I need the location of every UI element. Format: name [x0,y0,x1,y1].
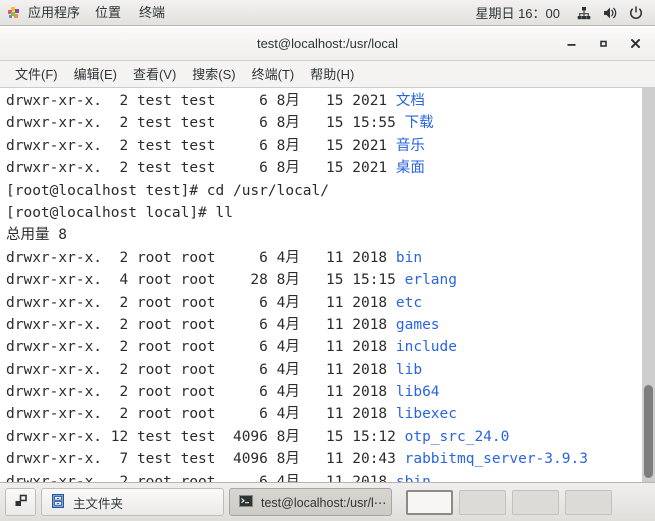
terminal-directory-name: games [395,316,440,333]
minimize-button[interactable] [555,27,587,60]
terminal-directory-name: etc [395,294,423,311]
terminal-line-text: drwxr-xr-x. 2 root root 6 4月 11 2018 [6,294,396,311]
network-icon[interactable] [572,0,596,25]
terminal-line-text: drwxr-xr-x. 2 test test 6 8月 15 15:55 [6,115,405,132]
terminal-scrollbar[interactable] [642,88,655,482]
workspace-2[interactable] [459,489,506,515]
terminal-directory-name: include [395,339,457,356]
terminal-directory-name: 文档 [395,93,425,109]
terminal-line-text: drwxr-xr-x. 2 root root 6 4月 11 2018 [6,384,396,401]
volume-icon[interactable] [598,0,622,25]
terminal-directory-name: 音乐 [395,137,425,154]
terminal-canvas[interactable]: drwxr-xr-x. 2 test test 6 8月 15 2021 文档 d… [0,88,655,482]
terminal-line: drwxr-xr-x. 7 test test 4096 8月 11 20:43… [6,448,588,470]
close-button[interactable] [619,27,651,60]
terminal-line: drwxr-xr-x. 2 root root 6 4月 11 2018 sbi… [6,471,588,482]
terminal-line-text: [root@localhost local]# ll [6,204,233,221]
terminal-line-text: drwxr-xr-x. 2 root root 6 4月 11 2018 [6,361,396,378]
terminal-line: drwxr-xr-x. 4 root root 28 8月 15 15:15 e… [6,269,588,291]
terminal-line: drwxr-xr-x. 2 test test 6 8月 15 2021 桌面 [6,157,588,179]
window-controls [555,27,651,60]
show-desktop-icon [13,493,29,512]
applications-menu-label: 应用程序 [28,5,81,20]
terminal-output: drwxr-xr-x. 2 test test 6 8月 15 2021 文档 d… [6,90,588,482]
power-icon[interactable] [624,0,648,25]
places-menu[interactable]: 位置 [86,0,130,25]
workspace-switcher [406,489,612,515]
terminal-line: drwxr-xr-x. 2 test test 6 8月 15 2021 音乐 [6,135,588,157]
terminal-line-text: drwxr-xr-x. 2 test test 6 8月 15 2021 [6,93,396,109]
taskbar-item-label: test@localhost:/usr/l⋯ [261,495,387,510]
menu-view[interactable]: 查看(V) [125,62,184,87]
terminal-line: drwxr-xr-x. 2 test test 6 8月 15 2021 文档 [6,90,588,112]
terminal-directory-name: lib [395,361,423,378]
terminal-line: drwxr-xr-x. 2 root root 6 4月 11 2018 bin [6,247,588,269]
applications-menu[interactable]: 应用程序 [0,0,86,25]
taskbar-item-file-manager[interactable]: 主文件夹 [41,488,224,516]
file-manager-icon [50,493,66,512]
terminal-line-text: drwxr-xr-x. 7 test test 4096 8月 11 20:43 [6,451,405,468]
gnome-foot-icon [6,5,22,21]
terminal-directory-name: libexec [395,406,457,423]
terminal-line: drwxr-xr-x. 2 root root 6 4月 11 2018 inc… [6,336,588,358]
workspace-3[interactable] [512,489,559,515]
maximize-button[interactable] [587,27,619,60]
terminal-line-text: drwxr-xr-x. 2 test test 6 8月 15 2021 [6,160,396,177]
top-panel: 应用程序 位置 终端 星期日 16：00 [0,0,655,26]
terminal-line-text: drwxr-xr-x. 4 root root 28 8月 15 15:15 [6,272,405,289]
terminal-line-text: drwxr-xr-x. 2 root root 6 4月 11 2018 [6,249,396,266]
terminal-menu[interactable]: 终端 [130,0,174,25]
clock[interactable]: 星期日 16：00 [465,3,570,22]
menu-edit[interactable]: 编辑(E) [66,62,125,87]
workspace-1[interactable] [406,489,453,515]
terminal-line: drwxr-xr-x. 2 root root 6 4月 11 2018 lib… [6,403,588,425]
menu-help[interactable]: 帮助(H) [302,62,362,87]
terminal-line: drwxr-xr-x. 2 root root 6 4月 11 2018 lib [6,359,588,381]
terminal-directory-name: lib64 [395,384,440,401]
terminal-scrollbar-thumb[interactable] [644,385,653,478]
terminal-line: [root@localhost test]# cd /usr/local/ [6,180,588,202]
terminal-line-text: 总用量 8 [6,227,67,244]
terminal-directory-name: otp_src_24.0 [404,428,510,445]
terminal-directory-name: erlang [404,272,457,289]
terminal-line: drwxr-xr-x. 2 test test 6 8月 15 15:55 下载 [6,112,588,134]
terminal-line: 总用量 8 [6,224,588,246]
terminal-line-text: drwxr-xr-x. 12 test test 4096 8月 15 15:1… [6,428,405,445]
menubar: 文件(F) 编辑(E) 查看(V) 搜索(S) 终端(T) 帮助(H) [0,61,655,88]
terminal-line-text: drwxr-xr-x. 2 root root 6 4月 11 2018 [6,473,396,482]
terminal-line-text: drwxr-xr-x. 2 root root 6 4月 11 2018 [6,316,396,333]
terminal-directory-name: bin [395,249,423,266]
terminal-line-text: [root@localhost test]# cd /usr/local/ [6,182,330,199]
taskbar-item-terminal[interactable]: test@localhost:/usr/l⋯ [229,488,392,516]
terminal-line: drwxr-xr-x. 2 root root 6 4月 11 2018 etc [6,292,588,314]
panel-status-area: 星期日 16：00 [465,0,655,25]
window-title: test@localhost:/usr/local [256,36,399,51]
terminal-line-text: drwxr-xr-x. 2 root root 6 4月 11 2018 [6,339,396,356]
terminal-line-text: drwxr-xr-x. 2 root root 6 4月 11 2018 [6,406,396,423]
terminal-line: drwxr-xr-x. 2 root root 6 4月 11 2018 gam… [6,314,588,336]
taskbar: 主文件夹 test@localhost:/usr/l⋯ [0,482,655,521]
terminal-icon [238,493,254,512]
terminal-line-text: drwxr-xr-x. 2 test test 6 8月 15 2021 [6,137,396,154]
show-desktop-button[interactable] [5,488,36,516]
terminal-line: [root@localhost local]# ll [6,202,588,224]
taskbar-item-label: 主文件夹 [73,496,124,511]
terminal-directory-name: sbin [395,473,431,482]
terminal-directory-name: 桌面 [395,160,425,177]
terminal-line: drwxr-xr-x. 2 root root 6 4月 11 2018 lib… [6,381,588,403]
window-titlebar[interactable]: test@localhost:/usr/local [0,27,655,61]
terminal-directory-name: rabbitmq_server-3.9.3 [404,451,588,468]
workspace-4[interactable] [565,489,612,515]
terminal-line: drwxr-xr-x. 12 test test 4096 8月 15 15:1… [6,426,588,448]
terminal-directory-name: 下载 [404,115,434,132]
terminal-window: test@localhost:/usr/local 文件(F) 编辑(E) 查看… [0,27,655,482]
menu-file[interactable]: 文件(F) [7,62,66,87]
menu-search[interactable]: 搜索(S) [184,62,243,87]
menu-terminal[interactable]: 终端(T) [244,62,303,87]
